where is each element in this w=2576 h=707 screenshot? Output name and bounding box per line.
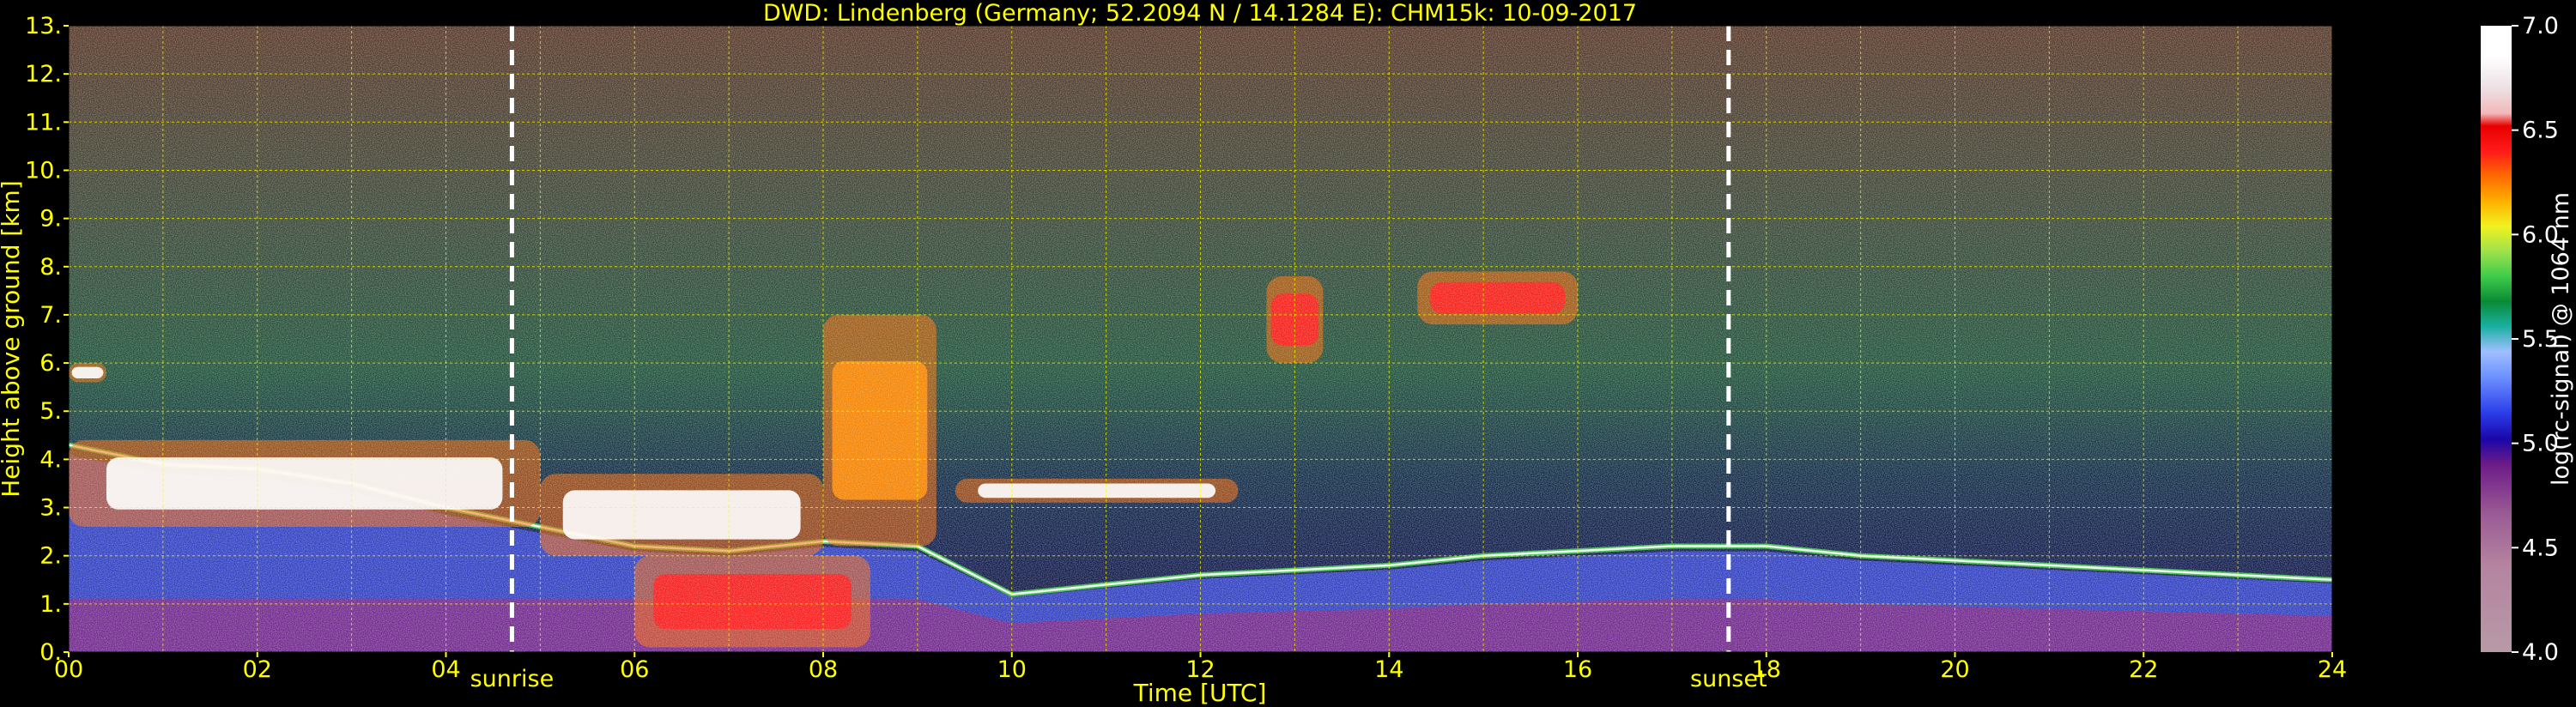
- x-tick-label: 08: [809, 656, 838, 683]
- y-axis-label: Height above ground [km]: [0, 180, 25, 498]
- y-tick-label: 3.: [39, 495, 62, 522]
- x-tick-label: 18: [1752, 656, 1781, 683]
- chart-title: DWD: Lindenberg (Germany; 52.2094 N / 14…: [763, 0, 1637, 27]
- y-tick-label: 5.: [39, 398, 62, 425]
- sun-marker-label: sunrise: [470, 666, 555, 692]
- x-tick-label: 02: [243, 656, 272, 683]
- lidar-ceilometer-chart: sunrise sunset 00 02 04 06 08 10 12 14 16 18 20 22 24…: [0, 0, 2574, 707]
- colorbar-tick-label: 4.5: [2522, 535, 2559, 561]
- y-tick-label: 2.: [39, 543, 62, 570]
- y-tick-label: 13.: [25, 13, 62, 39]
- colorbar-label: log(rc-signal) @ 1064 nm: [2548, 192, 2574, 486]
- y-tick-label: 9.: [39, 206, 62, 233]
- y-tick-label: 6.: [39, 350, 62, 377]
- x-axis-label: Time [UTC]: [1133, 679, 1267, 707]
- colorbar-tick-label: 6.5: [2522, 118, 2559, 144]
- y-tick-label: 1.: [39, 591, 62, 618]
- colorbar-tick-label: 7.0: [2522, 13, 2559, 39]
- colorbar-tick-label: 4.0: [2522, 639, 2559, 666]
- y-tick-label: 0.: [39, 639, 62, 666]
- y-tick-label: 10.: [25, 157, 62, 184]
- y-axis-ticks: 0. 1. 2. 3. 4. 5. 6. 7. 8. 9. 10. 11. 12. 13.: [25, 13, 69, 666]
- y-tick-label: 11.: [25, 109, 62, 136]
- x-tick-label: 04: [431, 656, 460, 683]
- colorbar: [2481, 26, 2512, 652]
- x-tick-label: 14: [1374, 656, 1403, 683]
- x-tick-label: 16: [1563, 656, 1592, 683]
- y-tick-label: 7.: [39, 302, 62, 329]
- y-tick-label: 12.: [25, 61, 62, 88]
- x-tick-label: 20: [1940, 656, 1969, 683]
- y-tick-label: 4.: [39, 446, 62, 473]
- x-tick-label: 06: [620, 656, 649, 683]
- x-tick-label: 10: [997, 656, 1027, 683]
- x-tick-label: 22: [2129, 656, 2158, 683]
- x-tick-label: 24: [2318, 656, 2347, 683]
- y-tick-label: 8.: [39, 254, 62, 281]
